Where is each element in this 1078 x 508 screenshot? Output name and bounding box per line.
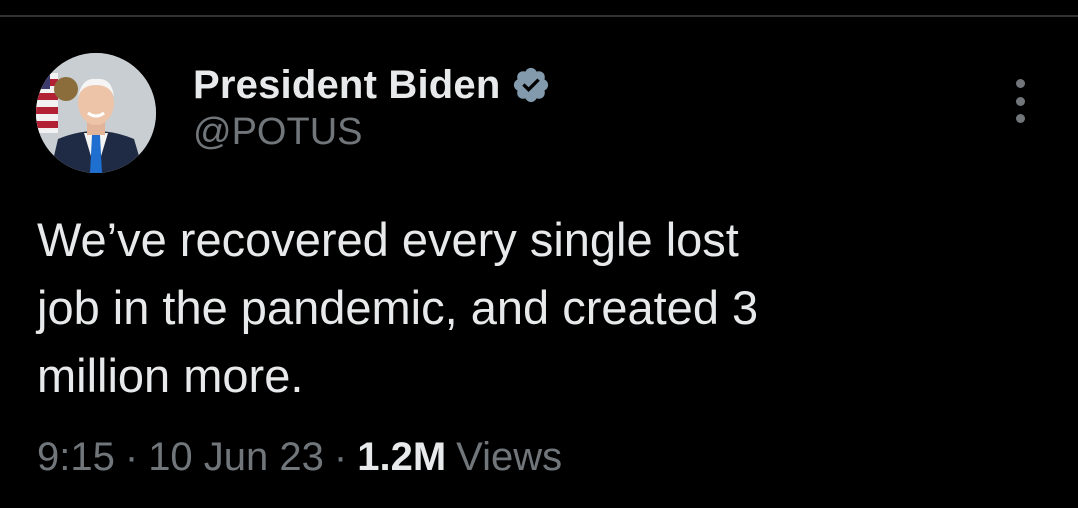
handle[interactable]: @POTUS: [193, 111, 551, 154]
more-options-button[interactable]: [1000, 79, 1040, 123]
name-row: President Biden: [193, 61, 551, 109]
avatar-photo: [36, 53, 156, 173]
verified-badge-icon[interactable]: [511, 65, 551, 105]
display-name[interactable]: President Biden: [193, 63, 501, 108]
author-info: President Biden @POTUS: [193, 61, 551, 154]
views-label: Views: [456, 435, 563, 479]
tweet[interactable]: President Biden @POTUS We’ve recovered e…: [0, 17, 1078, 508]
separator: ·: [333, 435, 348, 479]
more-options-icon-dot: [1015, 114, 1025, 123]
views-count[interactable]: 1.2M: [357, 435, 446, 480]
separator: ·: [124, 435, 139, 479]
tweet-meta: 9:15 · 10 Jun 23 · 1.2M Views: [37, 435, 562, 480]
tweet-text: We’ve recovered every single lost job in…: [37, 213, 759, 402]
avatar[interactable]: [36, 53, 156, 173]
more-options-icon-dot: [1015, 96, 1025, 106]
more-options-icon: [1015, 79, 1025, 88]
tweet-date[interactable]: 10 Jun 23: [148, 435, 324, 480]
tweet-time[interactable]: 9:15: [37, 435, 115, 480]
